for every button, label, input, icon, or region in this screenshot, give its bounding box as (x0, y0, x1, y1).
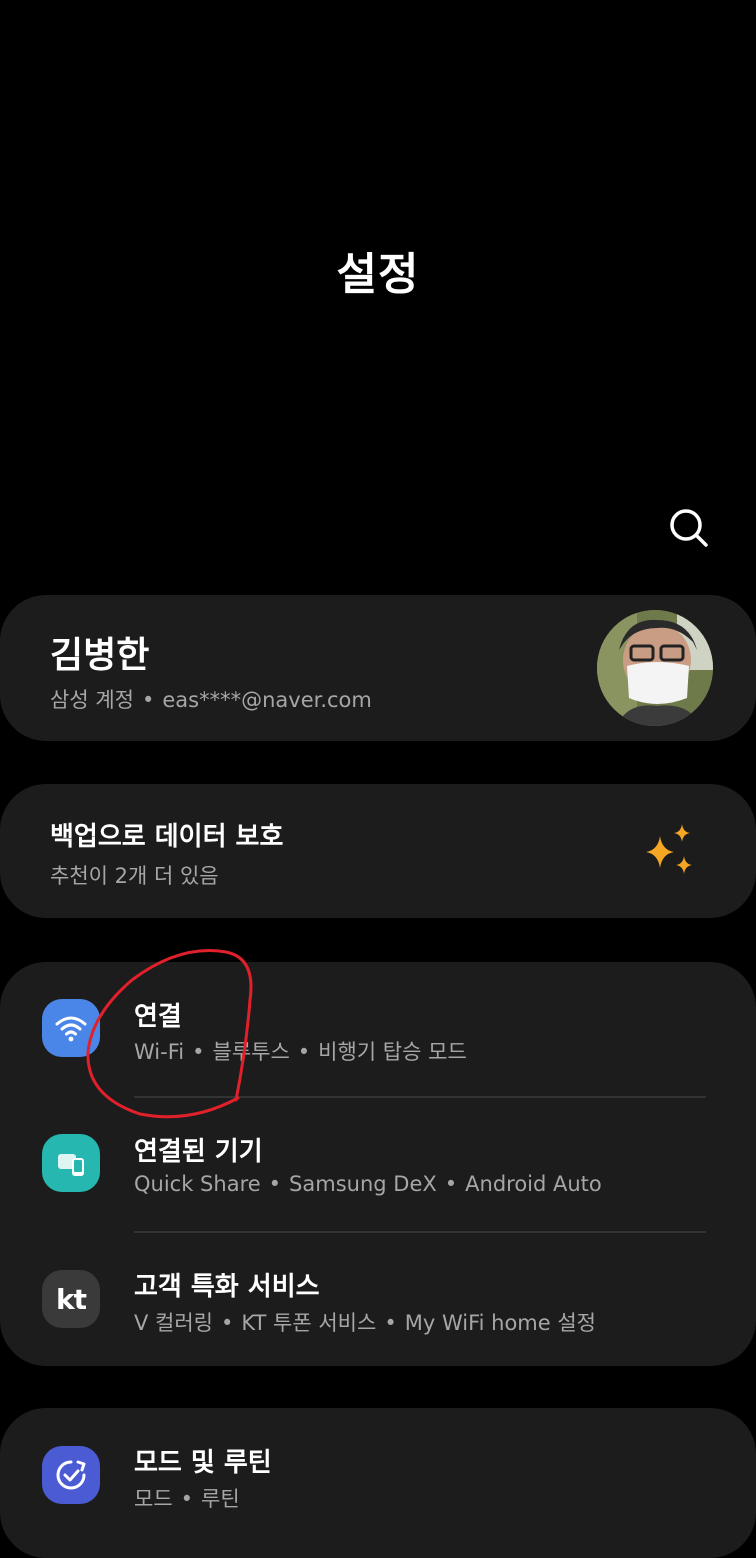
account-email: eas****@naver.com (162, 688, 372, 712)
setting-subtitle-connections: Wi-Fi • 블루투스 • 비행기 탑승 모드 (134, 1040, 467, 1064)
setting-title-modes-routines[interactable]: 모드 및 루틴 (134, 1442, 272, 1479)
kt-icon: kt (42, 1270, 100, 1328)
sub-item: Samsung DeX (289, 1172, 437, 1196)
sub-item: 루틴 (201, 1487, 240, 1511)
sub-item: Android Auto (465, 1172, 602, 1196)
profile-account: 삼성 계정 • eas****@naver.com (50, 688, 372, 712)
divider (134, 1231, 706, 1233)
wifi-icon (55, 1016, 87, 1042)
modes-routines-card[interactable] (0, 1408, 756, 1558)
setting-title-connections[interactable]: 연결 (134, 996, 182, 1033)
sub-item: My WiFi home 설정 (404, 1311, 596, 1335)
sub-item: Wi-Fi (134, 1040, 185, 1064)
sub-item: 비행기 탑승 모드 (318, 1040, 467, 1064)
avatar-photo (597, 610, 713, 726)
sub-item: KT 투폰 서비스 (241, 1311, 377, 1335)
account-label: 삼성 계정 (50, 688, 134, 712)
connections-icon-badge (42, 999, 100, 1057)
backup-subtitle: 추천이 2개 더 있음 (50, 864, 219, 888)
sub-item: 모드 (134, 1487, 173, 1511)
routine-icon (56, 1460, 86, 1490)
backup-title: 백업으로 데이터 보호 (50, 822, 284, 852)
search-button[interactable] (664, 504, 712, 552)
profile-name: 김병한 (50, 635, 150, 676)
sub-item: 블루투스 (212, 1040, 290, 1064)
setting-subtitle-kt-services: V 컬러링 • KT 투폰 서비스 • My WiFi home 설정 (134, 1311, 596, 1335)
setting-subtitle-connected-devices: Quick Share • Samsung DeX • Android Auto (134, 1172, 602, 1196)
setting-title-kt-services[interactable]: 고객 특화 서비스 (134, 1266, 320, 1303)
divider (134, 1096, 706, 1098)
search-icon (670, 509, 708, 547)
connected-devices-icon-badge (42, 1134, 100, 1192)
setting-title-connected-devices[interactable]: 연결된 기기 (134, 1131, 263, 1168)
avatar[interactable] (597, 610, 713, 726)
sparkle-icon (646, 824, 692, 874)
routine-icon-badge (42, 1446, 100, 1504)
kt-logo-text: kt (55, 1282, 87, 1316)
devices-icon (58, 1154, 84, 1176)
sub-item: Quick Share (134, 1172, 261, 1196)
setting-subtitle-modes-routines: 모드 • 루틴 (134, 1487, 240, 1511)
sub-item: V 컬러링 (134, 1311, 214, 1335)
settings-group-card (0, 962, 756, 1366)
page-title: 설정 (336, 249, 420, 300)
